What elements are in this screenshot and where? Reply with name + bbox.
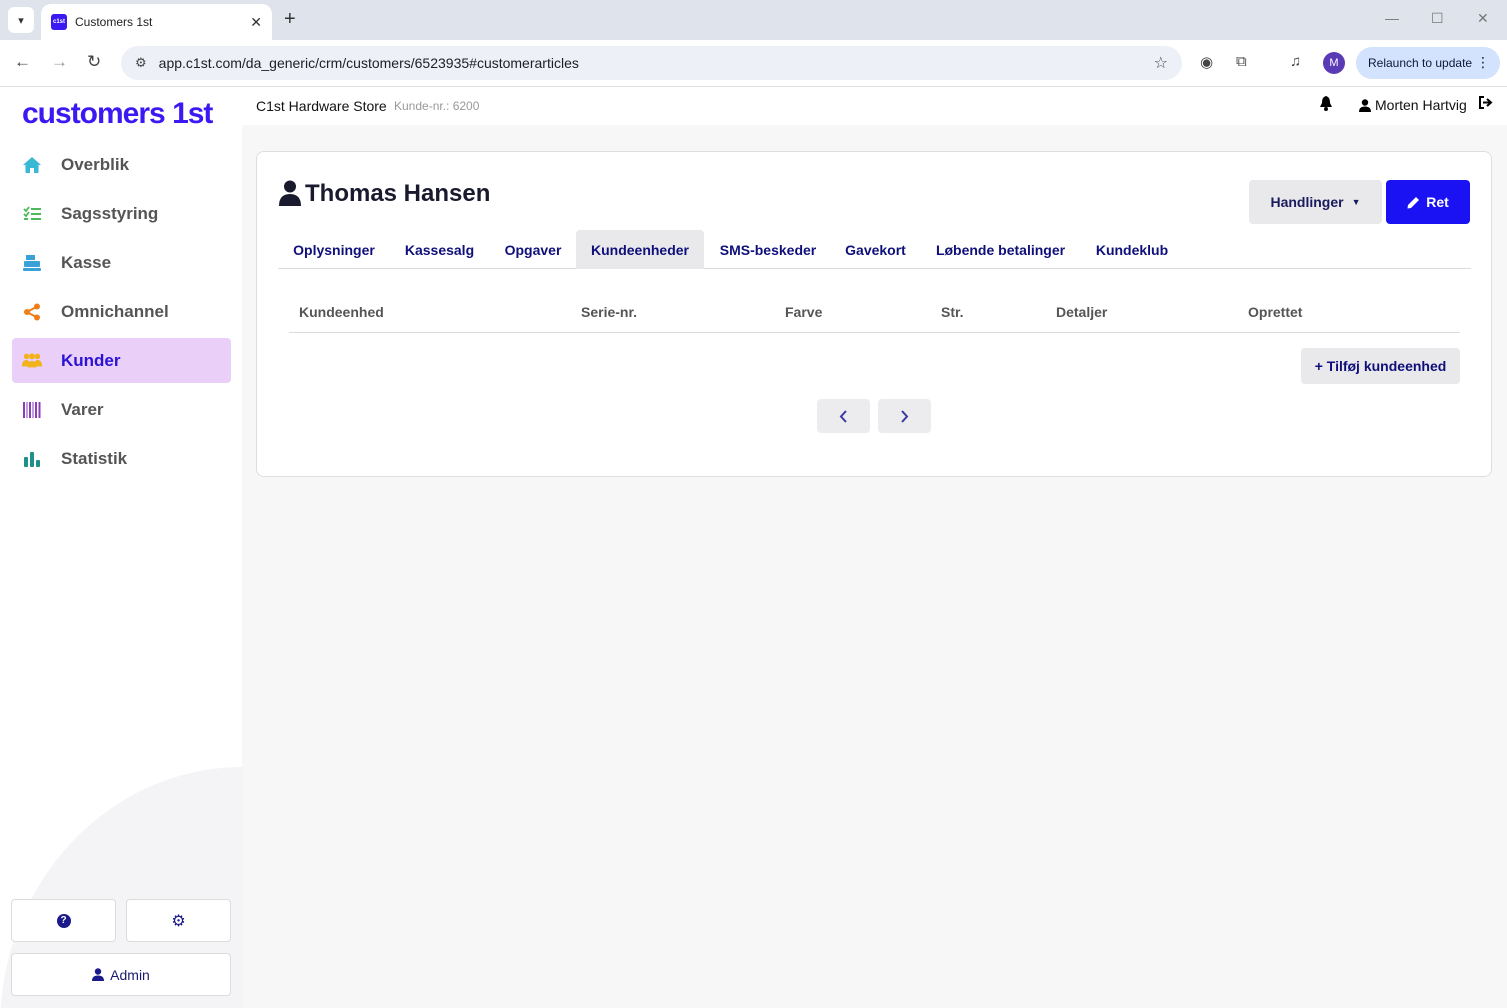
window-close-icon[interactable]: ✕ xyxy=(1477,10,1489,27)
previous-page-button[interactable] xyxy=(817,399,870,433)
tab-opgaver[interactable]: Opgaver xyxy=(489,230,577,269)
tab-lobende-betalinger[interactable]: Løbende betalinger xyxy=(921,230,1080,269)
share-icon xyxy=(22,302,42,322)
sidebar-item-label: Sagsstyring xyxy=(61,203,159,223)
column-header[interactable]: Farve xyxy=(785,304,822,320)
forward-icon[interactable]: → xyxy=(51,52,68,72)
relaunch-button[interactable]: Relaunch to update ⋮ xyxy=(1356,47,1500,79)
customer-number: Kunde-nr.: 6200 xyxy=(394,99,480,113)
user-menu[interactable]: Morten Hartvig xyxy=(1359,97,1467,113)
bell-icon[interactable] xyxy=(1319,96,1333,115)
next-page-button[interactable] xyxy=(878,399,931,433)
help-button[interactable]: ? xyxy=(11,899,116,942)
actions-dropdown-button[interactable]: Handlinger ▼ xyxy=(1249,180,1382,224)
chevron-right-icon xyxy=(901,409,909,423)
customer-card: Thomas Hansen Handlinger ▼ Ret Oplysning… xyxy=(256,151,1492,477)
register-icon xyxy=(22,253,42,273)
extensions-icon[interactable]: ⧉ xyxy=(1236,53,1247,70)
profile-avatar[interactable]: M xyxy=(1323,52,1345,74)
browser-tabbar: ▾ c1st Customers 1st ✕ + — ☐ ✕ xyxy=(0,0,1507,40)
admin-label: Admin xyxy=(110,966,150,983)
sidebar-item-label: Varer xyxy=(61,399,104,419)
reload-icon[interactable]: ↻ xyxy=(87,52,101,72)
tab-oplysninger[interactable]: Oplysninger xyxy=(278,230,390,269)
chevron-down-icon: ▾ xyxy=(18,14,24,27)
tab-title: Customers 1st xyxy=(75,15,153,29)
add-customer-unit-button[interactable]: + Tilføj kundeenhed xyxy=(1301,348,1460,384)
chart-icon xyxy=(22,449,42,469)
pencil-icon xyxy=(1407,196,1420,208)
person-icon xyxy=(279,180,301,206)
tab-search-button[interactable]: ▾ xyxy=(8,7,34,33)
actions-label: Handlinger xyxy=(1270,194,1344,210)
user-icon xyxy=(1359,98,1371,112)
sidebar-item-overblik[interactable]: Overblik xyxy=(12,142,231,187)
sidebar-item-kasse[interactable]: Kasse xyxy=(12,240,231,285)
settings-button[interactable]: ⚙ xyxy=(126,899,231,942)
more-icon[interactable]: ⋮ xyxy=(1476,54,1490,71)
tab-kassesalg[interactable]: Kassesalg xyxy=(390,230,489,269)
logout-icon[interactable] xyxy=(1478,96,1493,112)
relaunch-label: Relaunch to update xyxy=(1368,56,1473,70)
barcode-icon xyxy=(22,400,42,420)
store-name: C1st Hardware Store xyxy=(256,98,387,114)
edit-label: Ret xyxy=(1426,194,1449,210)
customer-tabs: Oplysninger Kassesalg Opgaver Kundeenhed… xyxy=(278,230,1471,269)
password-manager-icon[interactable]: ◉ xyxy=(1200,53,1213,71)
customer-name: Thomas Hansen xyxy=(305,180,491,207)
back-icon[interactable]: ← xyxy=(14,52,31,72)
sidebar-item-omnichannel[interactable]: Omnichannel xyxy=(12,289,231,334)
media-control-icon[interactable]: ♫ xyxy=(1290,53,1301,70)
sidebar-item-label: Kunder xyxy=(61,350,121,370)
browser-toolbar: ← → ↻ ⚙ app.c1st.com/da_generic/crm/cust… xyxy=(0,40,1507,87)
sidebar-item-label: Statistik xyxy=(61,448,128,468)
home-icon xyxy=(22,155,42,175)
admin-button[interactable]: Admin xyxy=(11,953,231,996)
sidebar-item-label: Overblik xyxy=(61,154,130,174)
app-logo[interactable]: customers 1st xyxy=(22,97,213,131)
gear-icon: ⚙ xyxy=(171,912,186,930)
tab-sms-beskeder[interactable]: SMS-beskeder xyxy=(706,230,830,269)
sidebar: customers 1st Overblik Sagsstyring Kasse… xyxy=(0,87,242,1008)
caret-down-icon: ▼ xyxy=(1351,197,1361,207)
favicon-icon: c1st xyxy=(51,14,67,30)
address-bar[interactable]: ⚙ app.c1st.com/da_generic/crm/customers/… xyxy=(121,46,1182,80)
tab-kundeklub[interactable]: Kundeklub xyxy=(1080,230,1184,269)
bookmark-star-icon[interactable]: ☆ xyxy=(1154,53,1168,73)
user-name: Morten Hartvig xyxy=(1375,97,1467,113)
help-icon: ? xyxy=(56,913,71,928)
column-header[interactable]: Serie-nr. xyxy=(581,304,637,320)
users-icon xyxy=(22,351,42,371)
column-header[interactable]: Str. xyxy=(941,304,964,320)
sidebar-item-sagsstyring[interactable]: Sagsstyring xyxy=(12,191,231,236)
main-content: Thomas Hansen Handlinger ▼ Ret Oplysning… xyxy=(242,125,1507,1008)
sidebar-item-kunder[interactable]: Kunder xyxy=(12,338,231,383)
sidebar-item-label: Omnichannel xyxy=(61,301,169,321)
column-header[interactable]: Oprettet xyxy=(1248,304,1302,320)
sidebar-item-label: Kasse xyxy=(61,252,112,272)
tab-kundeenheder[interactable]: Kundeenheder xyxy=(576,230,704,269)
table-header: Kundeenhed Serie-nr. Farve Str. Detaljer… xyxy=(289,292,1460,333)
app-header: C1st Hardware Store Kunde-nr.: 6200 Mort… xyxy=(242,87,1507,125)
sidebar-item-statistik[interactable]: Statistik xyxy=(12,436,231,481)
close-icon[interactable]: ✕ xyxy=(250,14,262,31)
column-header[interactable]: Kundeenhed xyxy=(299,304,384,320)
new-tab-button[interactable]: + xyxy=(284,8,296,30)
user-icon xyxy=(92,968,105,981)
chevron-left-icon xyxy=(839,409,847,423)
minimize-icon[interactable]: — xyxy=(1385,10,1399,26)
url-text[interactable]: app.c1st.com/da_generic/crm/customers/65… xyxy=(159,55,1154,71)
edit-button[interactable]: Ret xyxy=(1386,180,1470,224)
sidebar-item-varer[interactable]: Varer xyxy=(12,387,231,432)
tab-gavekort[interactable]: Gavekort xyxy=(830,230,921,269)
browser-tab[interactable]: c1st Customers 1st ✕ xyxy=(41,4,272,40)
column-header[interactable]: Detaljer xyxy=(1056,304,1107,320)
maximize-icon[interactable]: ☐ xyxy=(1431,10,1444,27)
checklist-icon xyxy=(22,204,42,224)
site-info-icon[interactable]: ⚙ xyxy=(135,55,147,71)
